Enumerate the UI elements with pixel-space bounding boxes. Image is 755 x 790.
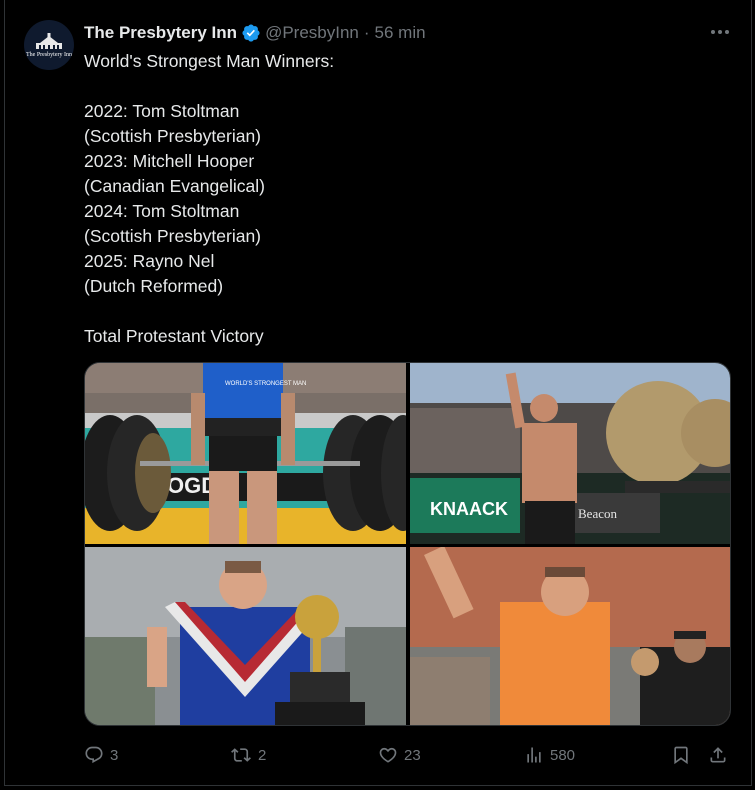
display-name[interactable]: The Presbytery Inn [84,23,237,43]
timestamp[interactable]: 56 min [375,23,426,43]
share-button[interactable] [708,742,728,768]
tweet-line: Total Protestant Victory [84,326,264,346]
tweet-line: 2025: Rayno Nel [84,251,215,271]
photo-orange-shirt[interactable] [410,547,730,725]
views-icon [527,747,541,763]
church-icon [36,32,62,49]
photo-atlas-stones[interactable]: KNAACK Beacon [410,363,730,544]
tweet-line: (Scottish Presbyterian) [84,226,262,246]
reply-count: 3 [110,746,119,764]
photo-trophy[interactable] [85,547,406,725]
reply-icon [85,746,103,764]
like-icon [379,747,397,763]
like-count: 23 [404,746,421,764]
tweet-line [84,299,724,324]
tweet-line: 2022: Tom Stoltman [84,101,240,121]
views-count: 580 [550,746,576,764]
share-icon [710,747,726,763]
beacon-text: Beacon [578,506,617,521]
tweet-line: 2023: Mitchell Hooper [84,151,255,171]
tweet-text: World's Strongest Man Winners: 2022: Tom… [84,49,724,349]
tweet-line: (Canadian Evangelical) [84,176,265,196]
repost-icon [231,748,251,762]
tweet-line: 2024: Tom Stoltman [84,201,240,221]
tweet-line: (Scottish Presbyterian) [84,126,262,146]
banner-text: KNAACK [430,499,508,519]
action-bar: 3 2 23 580 [84,742,734,768]
tweet-line: World's Strongest Man Winners: [84,51,335,71]
more-icon[interactable] [708,22,732,42]
separator-dot: · [363,23,370,42]
bookmark-button[interactable] [671,742,691,768]
repost-button[interactable]: 2 [230,742,266,768]
tweet-line [84,74,724,99]
like-button[interactable]: 23 [378,742,421,768]
bookmark-icon [674,746,688,765]
avatar-logo-text: The Presbytery Inn [26,51,72,58]
media-grid: OGDO WORLD'S STRONGEST MAN KNAACK Beacon [84,362,731,726]
views-button[interactable]: 580 [524,742,575,768]
tweet-line: (Dutch Reformed) [84,276,224,296]
reply-button[interactable]: 3 [84,742,118,768]
verified-badge-icon[interactable] [241,23,261,43]
handle[interactable]: @PresbyInn [265,23,359,43]
shirt-text: WORLD'S STRONGEST MAN [225,381,306,387]
tweet-header: The Presbytery Inn @PresbyInn · 56 min [84,22,426,44]
photo-deadlift[interactable]: OGDO WORLD'S STRONGEST MAN [85,363,406,544]
repost-count: 2 [258,746,267,764]
avatar[interactable]: The Presbytery Inn [24,20,74,70]
